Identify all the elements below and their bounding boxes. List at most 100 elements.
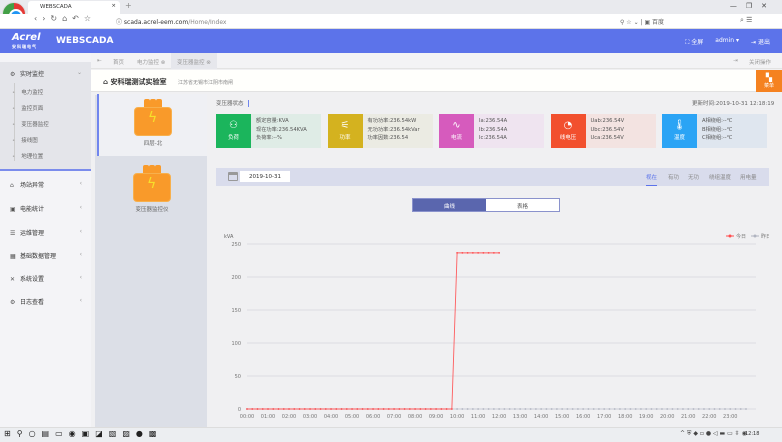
- sidebar-item-maintenance[interactable]: ☰ 运维管理 ‹: [10, 228, 86, 237]
- status-title: 变压器状态: [216, 99, 249, 107]
- data-point: [613, 408, 616, 410]
- chart-icon: ▣: [10, 206, 16, 213]
- tab-consumption[interactable]: 用电量: [740, 173, 757, 181]
- data-point: [697, 408, 700, 410]
- logout-button[interactable]: ⇥ 退出: [751, 37, 770, 47]
- card-values: A相绕组:--℃ B相绕组:--℃ C相绕组:--℃: [697, 114, 767, 148]
- chevron-down-icon: ⌄: [76, 69, 82, 76]
- card-value: Ib:236.54A: [479, 126, 508, 133]
- search-engine-box[interactable]: ⚲ ☆ ⌄ | ▣ 百度: [620, 17, 664, 26]
- sidebar-subitem[interactable]: 变压器监控: [12, 120, 49, 128]
- card-value: 有功功率:236.54kW: [367, 118, 417, 124]
- calendar-icon[interactable]: [228, 172, 238, 181]
- sidebar-item-label: 实时监控: [20, 71, 45, 78]
- data-point: [666, 408, 669, 410]
- window-controls[interactable]: —❐✕: [730, 2, 776, 10]
- user-menu[interactable]: admin ▾: [715, 37, 739, 47]
- device-item[interactable]: ϟ 四层-北: [97, 94, 207, 156]
- tabs-scroll-left[interactable]: ⇤: [91, 53, 108, 69]
- date-input[interactable]: [240, 171, 290, 182]
- tabs-scroll-right[interactable]: ⇥: [727, 53, 744, 69]
- close-tab-icon[interactable]: ×: [111, 3, 116, 9]
- data-point: [645, 408, 648, 410]
- taskbar-apps[interactable]: ⊞⚲○▤▭◉▣◪▧▨●▩: [4, 429, 162, 438]
- clock: 12:18: [745, 431, 760, 437]
- tab-home[interactable]: 首页: [107, 53, 130, 69]
- data-point: [587, 408, 590, 410]
- close-operations[interactable]: 关闭操作: [743, 53, 777, 69]
- curve-view-button[interactable]: 曲线: [413, 199, 486, 211]
- x-tick-label: 10:00: [450, 414, 464, 420]
- status-card: ◔ 线电压 Uab:236.54V Ubc:236.54V Uca:236.54V: [550, 114, 656, 148]
- data-point: [603, 408, 606, 410]
- data-point: [519, 408, 522, 410]
- header-actions: ⛶ 全屏 admin ▾ ⇥ 退出: [685, 37, 770, 47]
- tab-winding-temp[interactable]: 绕组温度: [709, 173, 731, 181]
- card-value: 额定容量:KVA: [256, 118, 289, 124]
- fullscreen-label: 全屏: [691, 39, 704, 46]
- logout-icon: ⇥: [751, 39, 757, 46]
- data-point: [256, 408, 259, 410]
- data-point: [461, 251, 464, 254]
- legend-marker-dot: [753, 234, 757, 238]
- building-icon: ⌂: [103, 78, 109, 86]
- menu-icon[interactable]: ⌕ ☰: [740, 16, 752, 25]
- sidebar-item-basedata[interactable]: ▦ 基础数据管理 ‹: [10, 251, 86, 260]
- legend-label: 昨日: [761, 233, 769, 240]
- page-title-text: 安科瑞测试实验室: [110, 78, 167, 86]
- data-point: [450, 408, 453, 410]
- tab-transformer-monitor[interactable]: 变压器监控 ⊗: [171, 53, 217, 69]
- data-point: [282, 408, 285, 410]
- data-point: [692, 408, 695, 410]
- device-item[interactable]: ϟ 变压器监控仪: [97, 160, 207, 222]
- nav-buttons[interactable]: ‹›↻⌂↶☆: [34, 14, 96, 23]
- new-tab-button[interactable]: +: [125, 1, 132, 10]
- card-icon: ⚇: [229, 120, 238, 131]
- sidebar-subitem[interactable]: 地理位置: [12, 152, 43, 160]
- url-field[interactable]: ⓘ scada.acrel-eem.com/Home/Index: [116, 17, 226, 26]
- tab-power-monitor[interactable]: 电力监控 ⊗: [131, 53, 171, 69]
- sidebar-item-alarm[interactable]: ⌂ 场站异常 ‹: [10, 180, 86, 189]
- sidebar-item-settings[interactable]: ✕ 系统设置 ‹: [10, 274, 86, 283]
- data-point: [513, 408, 516, 410]
- y-tick-label: 50: [235, 374, 241, 380]
- legend-label: 今日: [736, 233, 746, 240]
- data-point: [309, 408, 311, 410]
- data-point: [508, 408, 511, 410]
- x-tick-label: 04:00: [324, 414, 338, 420]
- data-point: [477, 251, 480, 254]
- card-value: C相绕组:--℃: [702, 135, 733, 141]
- tab-apparent[interactable]: 视在: [646, 173, 658, 186]
- menu-button[interactable]: ▚ 菜单: [756, 70, 782, 92]
- y-tick-label: 0: [238, 407, 241, 413]
- x-tick-label: 08:00: [408, 414, 422, 420]
- x-tick-label: 11:00: [471, 414, 485, 420]
- x-tick-label: 05:00: [345, 414, 359, 420]
- system-tray[interactable]: ^ ⛨ ◆ ▫ ● ◁ ▬ ▭ ⇳ ◉: [680, 430, 747, 438]
- sidebar-item-logs[interactable]: ⚙ 日志查看 ‹: [10, 297, 86, 306]
- x-tick-label: 16:00: [576, 414, 590, 420]
- logout-label: 退出: [757, 39, 770, 46]
- card-value: 现在功率:236.54KVA: [256, 126, 307, 133]
- tab-reactive-power[interactable]: 无功: [688, 173, 699, 181]
- sidebar-subitem[interactable]: 监控页面: [12, 104, 43, 112]
- data-point: [277, 408, 280, 410]
- table-view-button[interactable]: 表格: [486, 199, 559, 211]
- browser-tab[interactable]: WEBSCADA ×: [28, 1, 120, 14]
- sidebar-item-label: 基础数据管理: [20, 253, 57, 260]
- data-point: [529, 408, 532, 410]
- sidebar-subitem[interactable]: 接线图: [12, 136, 38, 144]
- fullscreen-button[interactable]: ⛶ 全屏: [685, 37, 703, 47]
- data-point: [251, 408, 254, 410]
- sidebar-subitem[interactable]: 电力监控: [12, 88, 43, 96]
- sidebar-item-energy[interactable]: ▣ 电能统计 ‹: [10, 204, 86, 213]
- chevron-left-icon: ‹: [79, 251, 82, 258]
- tab-active-power[interactable]: 有功: [668, 173, 679, 181]
- data-point: [330, 408, 332, 410]
- data-point: [471, 251, 474, 254]
- sidebar-item-realtime[interactable]: ⚙ 实时监控 ⌄: [10, 69, 86, 78]
- data-point: [482, 408, 485, 410]
- app-header: [0, 29, 782, 53]
- data-point: [487, 408, 490, 410]
- data-point: [351, 408, 353, 410]
